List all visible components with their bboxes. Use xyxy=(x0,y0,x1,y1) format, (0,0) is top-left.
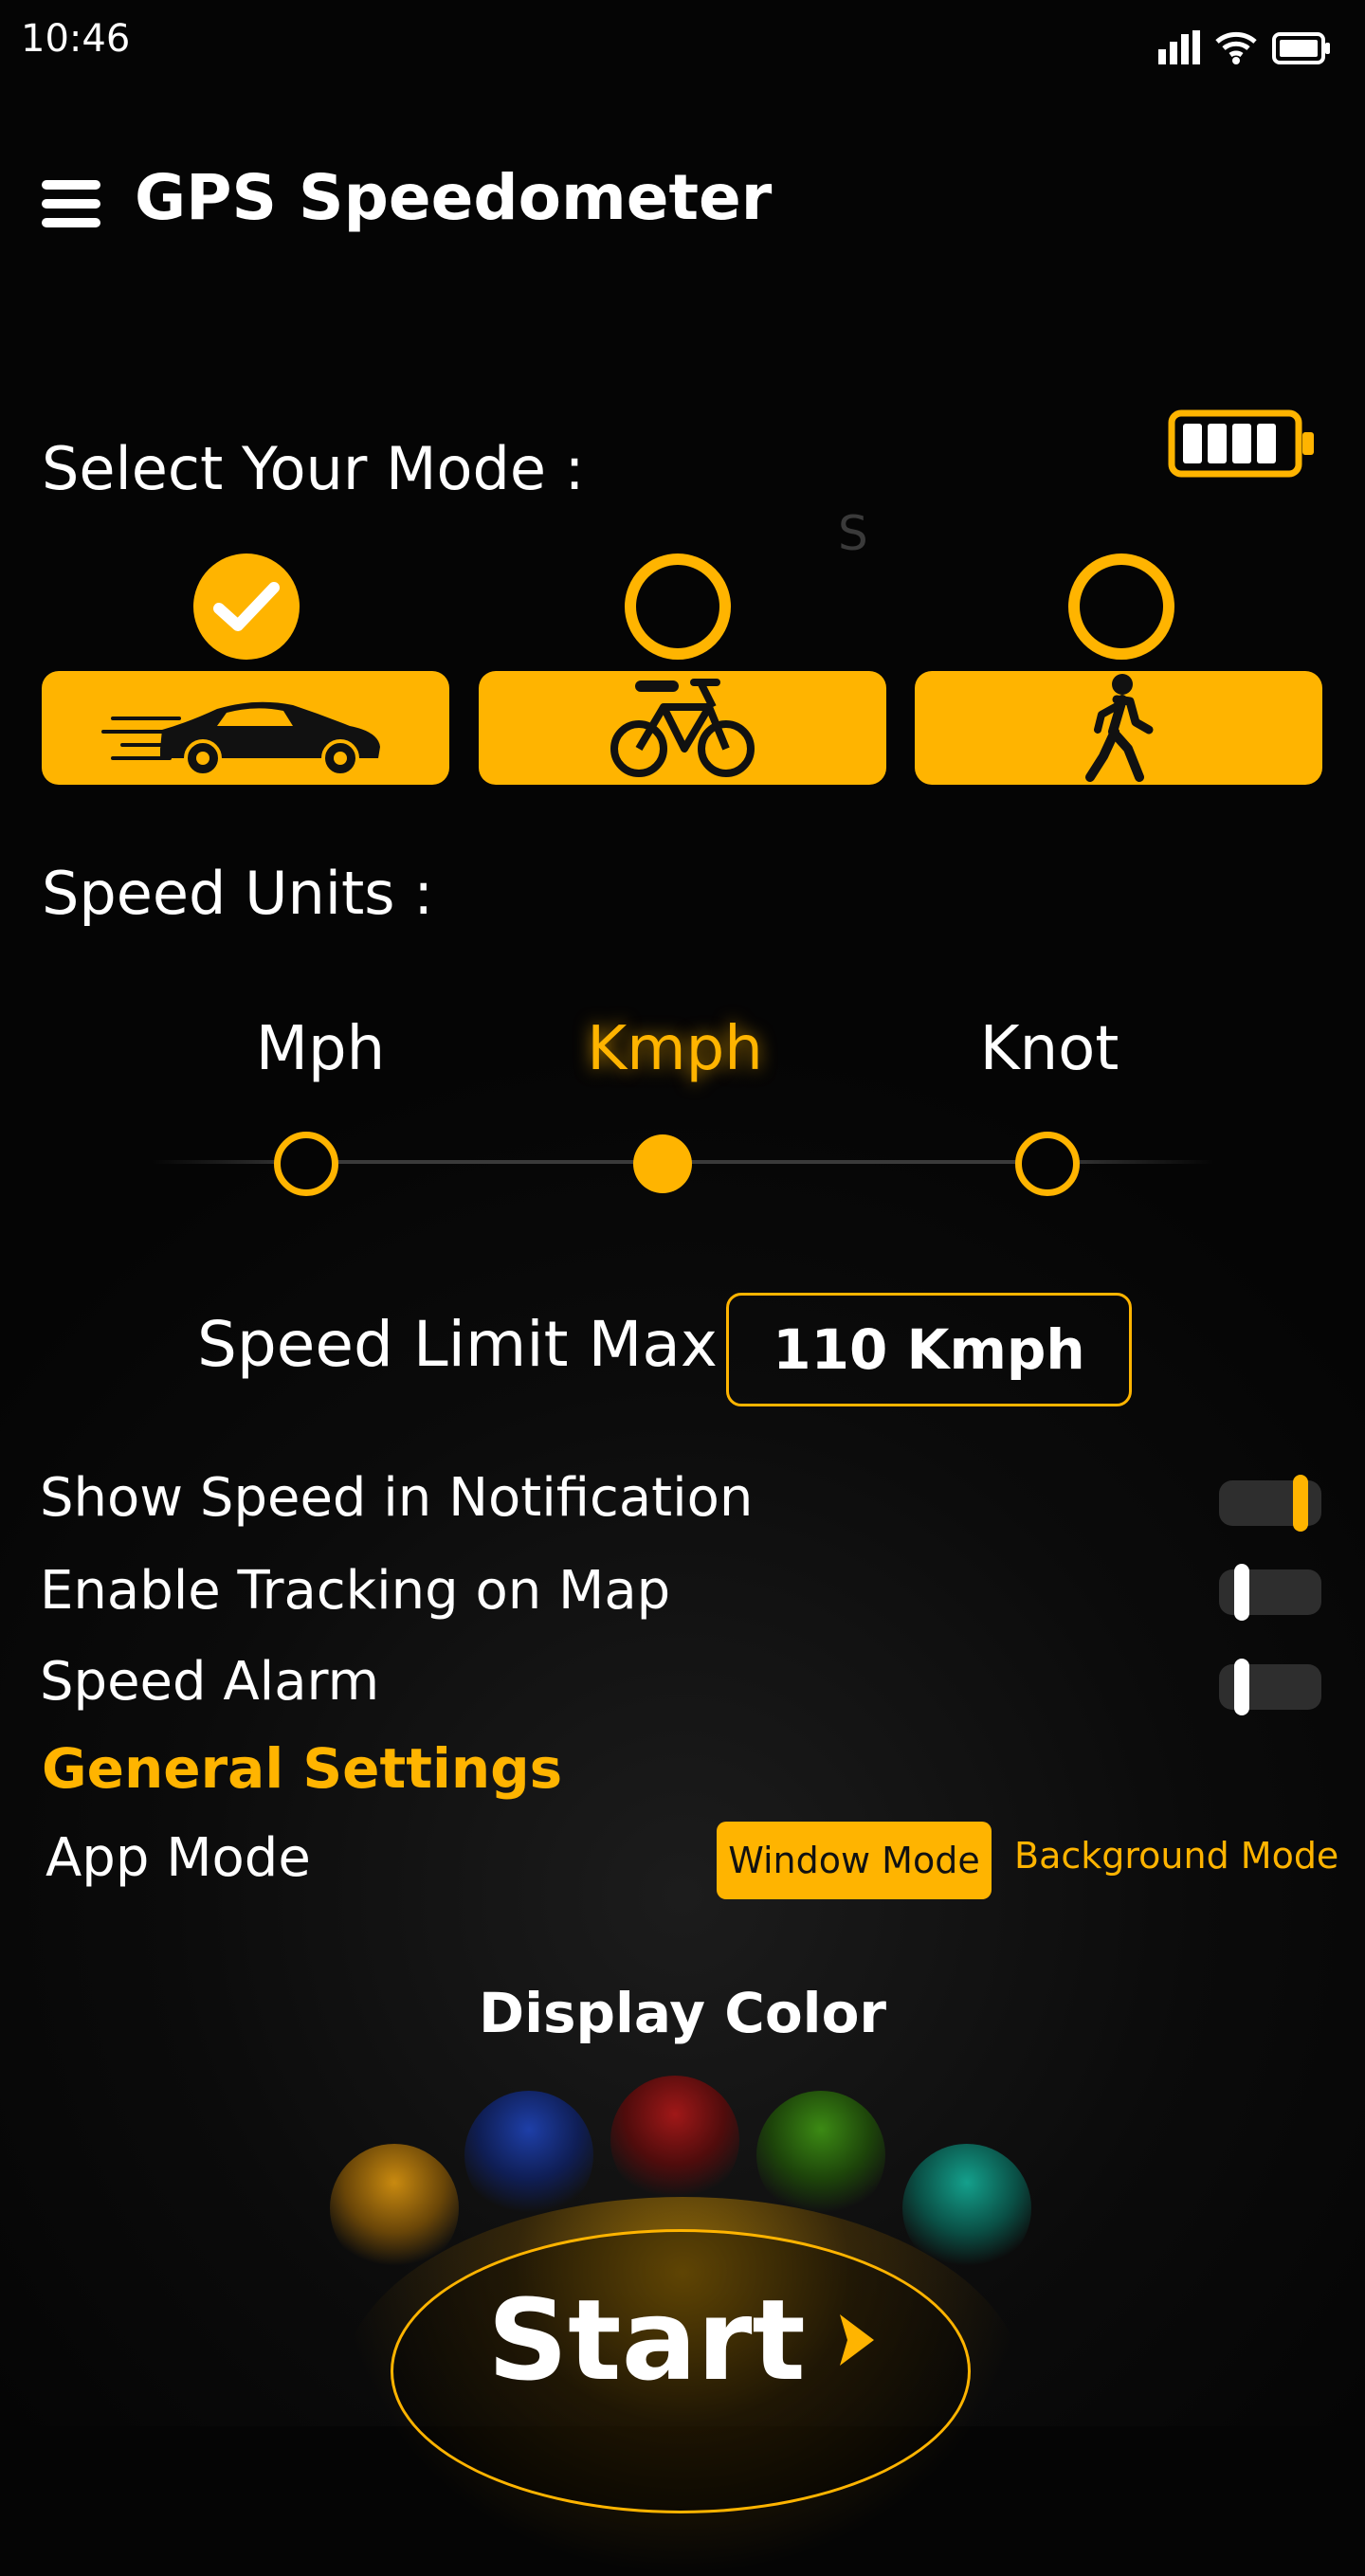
unit-radio-knot[interactable] xyxy=(1015,1132,1080,1196)
battery-icon xyxy=(1168,409,1314,478)
speed-limit-field[interactable]: 110 Kmph xyxy=(726,1293,1132,1406)
car-icon xyxy=(101,701,380,775)
walking-person-icon xyxy=(1085,674,1154,782)
walking-mode-card[interactable] xyxy=(915,671,1322,785)
unit-label-kmph[interactable]: Kmph xyxy=(533,1014,817,1084)
setting-label-tracking: Enable Tracking on Map xyxy=(40,1560,671,1622)
stray-character: S xyxy=(838,506,868,561)
color-option-blue[interactable] xyxy=(464,2091,593,2220)
wifi-icon xyxy=(1215,31,1257,64)
general-settings-title: General Settings xyxy=(42,1736,563,1801)
start-label-row[interactable]: Start xyxy=(0,2275,1365,2405)
speed-units-title: Speed Units : xyxy=(42,859,434,928)
color-option-green[interactable] xyxy=(756,2091,885,2220)
speed-limit-label: Speed Limit Max xyxy=(197,1308,718,1381)
play-arrow-icon xyxy=(839,2314,874,2366)
bicycle-mode-card[interactable] xyxy=(479,671,886,785)
setting-label-notification: Show Speed in Notification xyxy=(40,1467,754,1529)
walking-mode-radio[interactable] xyxy=(1068,553,1174,660)
speed-alarm-toggle[interactable] xyxy=(1219,1659,1321,1715)
bicycle-mode-radio[interactable] xyxy=(625,553,731,660)
unit-label-mph[interactable]: Mph xyxy=(178,1014,463,1084)
battery-full-icon xyxy=(1272,32,1330,64)
status-time: 10:46 xyxy=(21,17,131,61)
unit-label-knot[interactable]: Knot xyxy=(907,1014,1192,1084)
car-mode-card[interactable] xyxy=(42,671,449,785)
unit-radio-kmph[interactable] xyxy=(633,1134,692,1193)
setting-label-alarm: Speed Alarm xyxy=(40,1651,380,1713)
display-color-title: Display Color xyxy=(478,1981,887,2045)
select-mode-title: Select Your Mode : xyxy=(42,434,585,503)
tracking-toggle[interactable] xyxy=(1219,1564,1321,1621)
start-label: Start xyxy=(487,2275,806,2405)
hamburger-menu-icon[interactable] xyxy=(42,180,100,227)
app-mode-label: App Mode xyxy=(46,1827,311,1889)
color-option-red[interactable] xyxy=(610,2076,739,2204)
window-mode-label: Window Mode xyxy=(728,1840,980,1881)
notification-toggle[interactable] xyxy=(1219,1475,1321,1532)
car-mode-check[interactable] xyxy=(193,553,300,660)
signal-icon xyxy=(1158,30,1200,64)
unit-radio-mph[interactable] xyxy=(274,1132,338,1196)
window-mode-button[interactable]: Window Mode xyxy=(717,1822,992,1899)
checkmark-icon xyxy=(213,582,280,631)
status-icons xyxy=(1158,28,1331,64)
background-mode-button[interactable]: Background Mode xyxy=(1014,1835,1338,1877)
app-title: GPS Speedometer xyxy=(135,161,773,234)
speed-limit-value: 110 Kmph xyxy=(773,1317,1085,1382)
bicycle-icon xyxy=(610,679,755,777)
